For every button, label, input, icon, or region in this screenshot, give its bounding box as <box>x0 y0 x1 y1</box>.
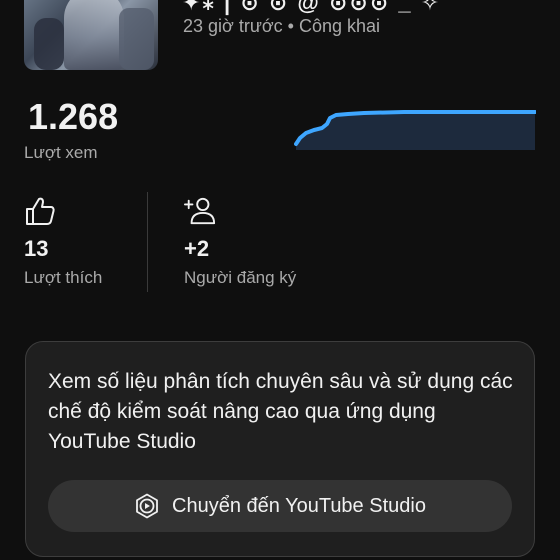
views-trend-chart <box>294 110 536 150</box>
thumbnail-figure <box>34 18 64 70</box>
studio-promo-text: Xem số liệu phân tích chuyên sâu và sử d… <box>48 370 513 453</box>
youtube-studio-icon <box>136 493 158 519</box>
video-title: ✦⁎ | ⊙ ⊙ @ ⊙⊙⊙ _ ✧ <box>182 0 442 15</box>
stats-divider <box>147 192 148 292</box>
studio-promo-card: Xem số liệu phân tích chuyên sâu và sử d… <box>25 341 535 557</box>
subscribers-label: Người đăng ký <box>184 268 297 287</box>
thumbnail-figure <box>119 8 154 70</box>
likes-count: 13 <box>24 236 49 261</box>
subscribers-stat: +2 Người đăng ký <box>184 196 296 287</box>
subscribers-count: +2 <box>184 236 210 261</box>
views-count: 1.268 <box>28 96 119 137</box>
video-thumbnail[interactable] <box>24 0 158 70</box>
go-to-studio-label: Chuyển đến YouTube Studio <box>172 494 426 517</box>
thumbs-up-icon <box>26 197 55 225</box>
likes-stat: 13 Lượt thích <box>24 196 102 287</box>
likes-label: Lượt thích <box>24 268 103 287</box>
add-person-icon <box>184 197 216 225</box>
video-meta: 23 giờ trước • Công khai <box>183 16 381 36</box>
views-label: Lượt xem <box>24 143 98 162</box>
go-to-studio-button[interactable]: Chuyển đến YouTube Studio <box>48 480 512 532</box>
thumbnail-figure <box>64 0 124 70</box>
